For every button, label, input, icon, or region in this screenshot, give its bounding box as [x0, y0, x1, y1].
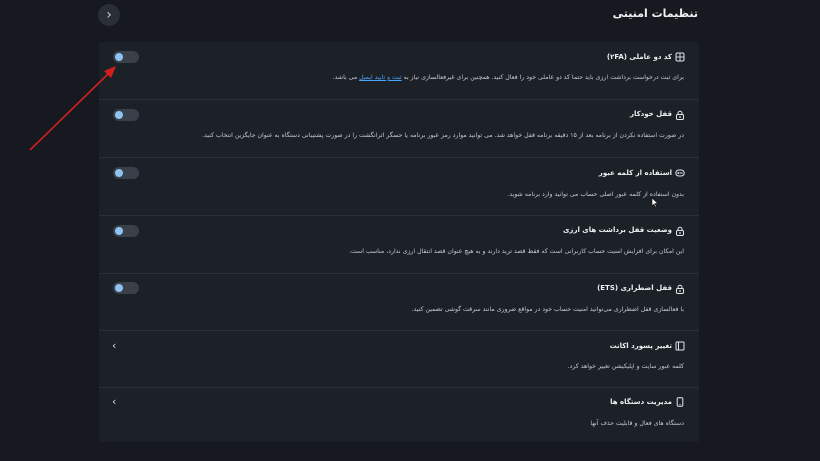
key-icon — [675, 169, 685, 177]
verify-email-link[interactable]: ثبت و تایید ایمیل — [359, 74, 402, 81]
settings-row-2fa: کد دو عاملی (۲FA) برای ثبت درخواست برداش… — [99, 42, 699, 100]
settings-row-emergency-lock: قفل اضطراری (ETS) با فعالسازی قفل اضطرار… — [99, 273, 699, 331]
row-title: کد دو عاملی (۲FA) — [606, 53, 672, 61]
row-description: با فعالسازی قفل اضطراری می‌توانید امنیت … — [411, 306, 684, 313]
row-description: کلمه عبور سایت و اپلیکیشن تغییر خواهد کر… — [567, 363, 684, 370]
mouse-cursor-icon — [651, 197, 659, 208]
row-description: در صورت استفاده نکردن از برنامه بعد از ۱… — [202, 132, 684, 139]
back-button[interactable]: › — [98, 4, 120, 26]
chevron-left-icon[interactable]: ‹ — [112, 396, 120, 407]
row-title: استفاده از کلمه عبور — [598, 169, 672, 177]
settings-row-withdrawal-lock: وضعیت قفل برداشت های ارزی این امکان برای… — [99, 215, 699, 274]
lock-icon — [676, 284, 684, 294]
row-title: قفل خودکار — [629, 110, 672, 118]
chevron-left-icon[interactable]: ‹ — [112, 340, 120, 351]
phone-icon — [676, 397, 684, 407]
emergency-lock-toggle[interactable] — [113, 282, 139, 294]
row-description: برای ثبت درخواست برداشت ارزی باید حتما ک… — [332, 74, 684, 81]
book-icon — [675, 341, 685, 351]
row-title: قفل اضطراری (ETS) — [597, 284, 672, 292]
settings-row-device-management[interactable]: مدیریت دستگاه ها دستگاه های فعال و قابلی… — [99, 387, 699, 442]
2fa-toggle[interactable] — [113, 51, 139, 63]
settings-panel: کد دو عاملی (۲FA) برای ثبت درخواست برداش… — [99, 42, 699, 442]
row-title: مدیریت دستگاه ها — [610, 398, 672, 406]
settings-row-auto-lock: قفل خودکار در صورت استفاده نکردن از برنا… — [99, 99, 699, 158]
settings-row-password-usage: استفاده از کلمه عبور بدون استفاده از کلم… — [99, 157, 699, 216]
row-title: تغییر پسورد اکانت — [609, 342, 672, 350]
settings-row-change-password[interactable]: تغییر پسورد اکانت کلمه عبور سایت و اپلیک… — [99, 330, 699, 388]
auto-lock-toggle[interactable] — [113, 109, 139, 121]
password-usage-toggle[interactable] — [113, 167, 139, 179]
grid-shield-icon — [675, 52, 685, 62]
lock-icon — [676, 110, 684, 120]
row-description: دستگاه های فعال و قابلیت حذف آنها — [590, 420, 684, 427]
withdrawal-lock-toggle[interactable] — [113, 225, 139, 237]
page-title: تنظیمات امنیتی — [612, 7, 698, 20]
row-title: وضعیت قفل برداشت های ارزی — [563, 226, 672, 234]
row-description: این امکان برای افزایش امنیت حساب کاربران… — [349, 248, 684, 255]
chevron-right-icon: › — [106, 7, 112, 23]
lock-icon — [676, 226, 684, 236]
